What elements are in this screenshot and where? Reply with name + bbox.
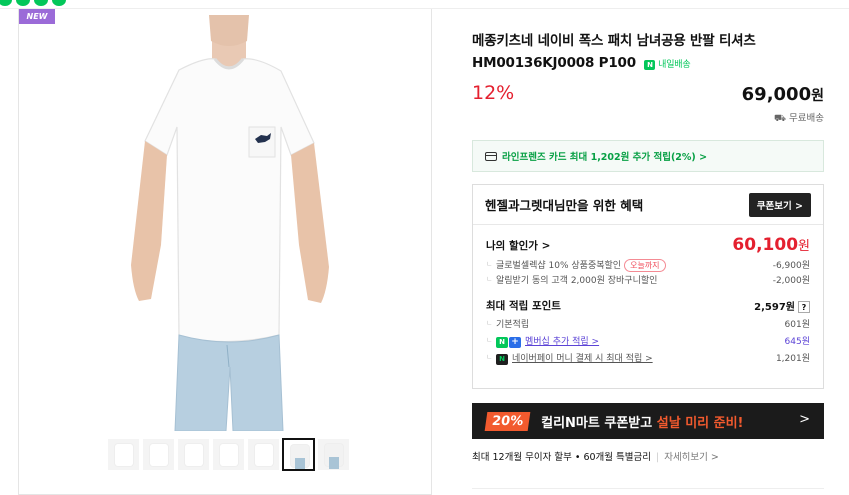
shipping-info: ⛟ 무료배송 (472, 110, 824, 125)
naverpay-icon: N (496, 353, 508, 365)
my-price-value: 60,100 (732, 235, 799, 255)
thumbnail[interactable] (317, 438, 350, 471)
points-label: 최대 적립 포인트 (486, 299, 561, 312)
card-promo[interactable]: 라인프렌즈 카드 최대 1,202원 추가 적립(2%) > (472, 140, 824, 172)
point-row: N+ 멤버십 추가 적립 > 645원 (486, 332, 810, 349)
benefit-header: 헨젤과그렛대님만을 위한 혜택 쿠폰보기 > (473, 185, 823, 225)
delivery-n-icon: N (644, 60, 656, 70)
price-value: 69,000 (741, 84, 812, 105)
discount-row: 알림받기 동의 고객 2,000원 장바구니할인 -2,000원 (486, 272, 810, 287)
benefit-body: 나의 할인가 > 60,100원 글로벌셀렉샵 10% 상품중복할인오늘까지 -… (473, 225, 823, 366)
delivery-tag: N 내일배송 (644, 60, 691, 70)
point-row: N 네이버페이 머니 결제 시 최대 적립 > 1,201원 (486, 349, 810, 366)
points-row: 최대 적립 포인트 2,597원? (486, 295, 810, 315)
product-gallery: NEW (18, 9, 432, 495)
product-main-image[interactable] (109, 15, 349, 431)
my-price: 60,100원 (732, 235, 810, 255)
points-total: 2,597원? (754, 298, 810, 313)
credit-card-icon (485, 151, 497, 161)
price: 69,000원 (742, 84, 824, 105)
thumbnail[interactable] (212, 438, 245, 471)
separator: | (656, 452, 660, 463)
my-price-label[interactable]: 나의 할인가 > (486, 238, 550, 253)
thumbnail[interactable] (107, 438, 140, 471)
price-row: 12% 69,000원 (472, 82, 824, 112)
product-info: 메종키츠네 네이비 폭스 패치 남녀공용 반팔 티셔츠 HM00136KJ000… (472, 30, 824, 463)
installment-text: 최대 12개월 무이자 할부 • 60개월 특별금리 (472, 452, 651, 463)
point-label: 기본적립 (486, 317, 529, 330)
banner-percent: 20% (484, 411, 531, 431)
details-link[interactable]: 자세히보기 > (664, 452, 719, 463)
today-only-tag: 오늘까지 (624, 258, 666, 272)
membership-point-link[interactable]: N+ 멤버십 추가 적립 > (486, 334, 599, 348)
point-value: 1,201원 (775, 354, 810, 364)
my-price-row: 나의 할인가 > 60,100원 (486, 233, 810, 257)
point-value: 601원 (784, 320, 810, 330)
discount-rate: 12% (472, 82, 515, 104)
discount-label: 글로벌셀렉샵 10% 상품중복할인오늘까지 (486, 258, 666, 272)
discount-value: -2,000원 (772, 276, 810, 286)
product-title: 메종키츠네 네이비 폭스 패치 남녀공용 반팔 티셔츠 HM00136KJ000… (472, 30, 824, 76)
points-value: 2,597원 (754, 301, 795, 313)
discount-row: 글로벌셀렉샵 10% 상품중복할인오늘까지 -6,900원 (486, 257, 810, 272)
promo-banner[interactable]: 20% 컬리N마트 쿠폰받고 설날 미리 준비! > (472, 403, 824, 439)
truck-icon: ⛟ (774, 113, 786, 124)
banner-text: 컬리N마트 쿠폰받고 설날 미리 준비! (541, 412, 743, 431)
shipping-label: 무료배송 (789, 113, 824, 124)
help-icon[interactable]: ? (798, 300, 810, 313)
thumbnail-selected[interactable] (282, 438, 315, 471)
discount-value: -6,900원 (772, 261, 810, 271)
plus-icon: + (509, 336, 521, 348)
product-title-text: 메종키츠네 네이비 폭스 패치 남녀공용 반팔 티셔츠 HM00136KJ000… (472, 33, 756, 71)
naverpay-point-link[interactable]: N 네이버페이 머니 결제 시 최대 적립 > (486, 351, 653, 365)
top-logo-fragment (0, 0, 150, 6)
thumbnail[interactable] (247, 438, 280, 471)
point-row: 기본적립 601원 (486, 315, 810, 332)
naverpay-point-text: 네이버페이 머니 결제 시 최대 적립 > (512, 353, 653, 364)
coupon-view-button[interactable]: 쿠폰보기 > (748, 192, 811, 217)
delivery-tag-label: 내일배송 (658, 60, 691, 70)
point-value: 645원 (784, 337, 810, 347)
membership-point-text: 멤버십 추가 적립 > (525, 336, 600, 347)
benefit-box: 헨젤과그렛대님만을 위한 혜택 쿠폰보기 > 나의 할인가 > 60,100원 … (472, 184, 824, 389)
banner-text-highlight: 설날 미리 준비! (656, 415, 744, 431)
thumbnail[interactable] (142, 438, 175, 471)
bottom-divider (472, 488, 824, 489)
benefit-title: 헨젤과그렛대님만을 위한 혜택 (485, 198, 644, 213)
discount-label: 알림받기 동의 고객 2,000원 장바구니할인 (486, 273, 657, 286)
banner-text-white: 컬리N마트 쿠폰받고 (541, 415, 657, 431)
discount-label-text: 글로벌셀렉샵 10% 상품중복할인 (496, 260, 622, 271)
installment-info: 최대 12개월 무이자 할부 • 60개월 특별금리 | 자세히보기 > (472, 449, 824, 463)
new-badge: NEW (19, 9, 55, 24)
thumbnail-strip (107, 438, 350, 471)
chevron-right-icon: > (799, 412, 810, 427)
my-price-unit: 원 (798, 239, 810, 254)
card-promo-text: 라인프렌즈 카드 최대 1,202원 추가 적립(2%) > (502, 152, 708, 163)
price-currency: 원 (811, 88, 824, 104)
thumbnail[interactable] (177, 438, 210, 471)
naver-n-icon: N (496, 336, 508, 348)
